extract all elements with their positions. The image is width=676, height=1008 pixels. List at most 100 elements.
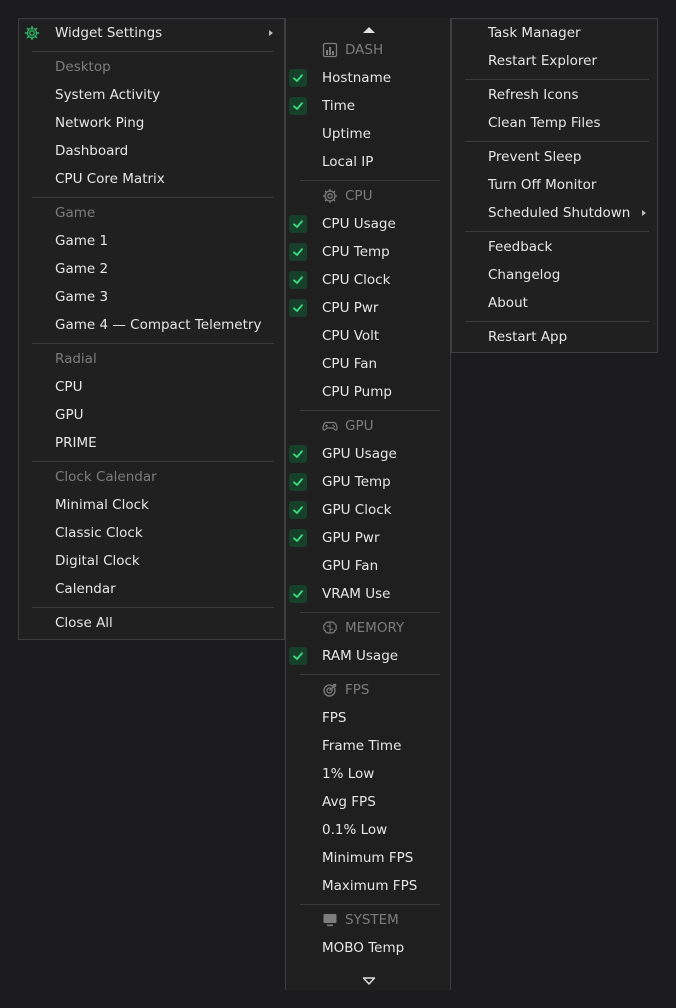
- menu-separator: [32, 343, 274, 344]
- menu-item-prevent-sleep[interactable]: Prevent Sleep: [488, 144, 581, 170]
- category-header-fps: FPS: [345, 682, 370, 698]
- checkmark-icon: [289, 501, 307, 519]
- scroll-up-icon[interactable]: [362, 23, 376, 33]
- menu-item-turn-off-monitor[interactable]: Turn Off Monitor: [488, 172, 596, 198]
- checkmark-icon: [289, 243, 307, 261]
- menu-item-system-activity[interactable]: System Activity: [55, 82, 160, 108]
- brain-icon: [322, 620, 338, 636]
- toggle-item-cpu-pump[interactable]: CPU Pump: [322, 379, 392, 405]
- toggle-item-minimum-fps[interactable]: Minimum FPS: [322, 845, 413, 871]
- gamepad-icon: [322, 418, 338, 434]
- checkmark-icon: [289, 585, 307, 603]
- scroll-down-icon[interactable]: [362, 974, 376, 985]
- menu-item-cpu-core-matrix[interactable]: CPU Core Matrix: [55, 166, 165, 192]
- menu-separator: [300, 410, 440, 411]
- toggle-item-avg-fps[interactable]: Avg FPS: [322, 789, 376, 815]
- metrics-menu: DASH Hostname Time Uptime Local IP CPU CPU Usa…: [285, 18, 451, 990]
- checkmark-icon: [289, 473, 307, 491]
- menu-item-restart-app[interactable]: Restart App: [488, 324, 567, 350]
- toggle-item-frame-time[interactable]: Frame Time: [322, 733, 401, 759]
- menu-item-gpu[interactable]: GPU: [55, 402, 83, 428]
- toggle-item-hostname[interactable]: Hostname: [322, 65, 391, 91]
- toggle-item-fps[interactable]: FPS: [322, 705, 346, 731]
- menu-item-prime[interactable]: PRIME: [55, 430, 97, 456]
- cpu-chip-icon: [322, 188, 338, 204]
- toggle-item-maximum-fps[interactable]: Maximum FPS: [322, 873, 417, 899]
- toggle-item-cpu-usage[interactable]: CPU Usage: [322, 211, 396, 237]
- checkmark-icon: [289, 69, 307, 87]
- checkmark-icon: [289, 647, 307, 665]
- checkmark-icon: [289, 271, 307, 289]
- toggle-item-mobo-temp[interactable]: MOBO Temp: [322, 935, 404, 961]
- menu-item-feedback[interactable]: Feedback: [488, 234, 552, 260]
- toggle-item-gpu-pwr[interactable]: GPU Pwr: [322, 525, 380, 551]
- monitor-icon: [322, 912, 338, 928]
- checkmark-icon: [289, 529, 307, 547]
- checkmark-icon: [289, 215, 307, 233]
- toggle-item-vram-use[interactable]: VRAM Use: [322, 581, 390, 607]
- menu-separator: [32, 51, 274, 52]
- category-header-gpu: GPU: [345, 418, 374, 434]
- toggle-item-cpu-clock[interactable]: CPU Clock: [322, 267, 390, 293]
- menu-separator: [465, 231, 649, 232]
- toggle-item-uptime[interactable]: Uptime: [322, 121, 371, 147]
- section-header-desktop: Desktop: [55, 59, 111, 75]
- toggle-item-cpu-volt[interactable]: CPU Volt: [322, 323, 379, 349]
- menu-item-about[interactable]: About: [488, 290, 528, 316]
- menu-separator: [465, 141, 649, 142]
- checkmark-icon: [289, 299, 307, 317]
- category-header-cpu: CPU: [345, 188, 373, 204]
- checkmark-icon: [289, 97, 307, 115]
- toggle-item-gpu-temp[interactable]: GPU Temp: [322, 469, 391, 495]
- toggle-item-0-1-low[interactable]: 0.1% Low: [322, 817, 387, 843]
- menu-item-changelog[interactable]: Changelog: [488, 262, 560, 288]
- menu-separator: [300, 180, 440, 181]
- category-header-dash: DASH: [345, 42, 384, 58]
- menu-separator: [32, 461, 274, 462]
- menu-item-game-4-compact-telemetry[interactable]: Game 4 — Compact Telemetry: [55, 312, 261, 338]
- menu-item-dashboard[interactable]: Dashboard: [55, 138, 128, 164]
- menu-item-minimal-clock[interactable]: Minimal Clock: [55, 492, 149, 518]
- category-header-memory: MEMORY: [345, 620, 405, 636]
- menu-separator: [300, 612, 440, 613]
- menu-item-scheduled-shutdown[interactable]: Scheduled Shutdown: [488, 200, 630, 226]
- menu-item-game-1[interactable]: Game 1: [55, 228, 108, 254]
- toggle-item-ram-usage[interactable]: RAM Usage: [322, 643, 398, 669]
- menu-item-game-3[interactable]: Game 3: [55, 284, 108, 310]
- section-header-clock-calendar: Clock Calendar: [55, 469, 157, 485]
- toggle-item-cpu-temp[interactable]: CPU Temp: [322, 239, 390, 265]
- target-icon: [322, 682, 338, 698]
- toggle-item-gpu-clock[interactable]: GPU Clock: [322, 497, 391, 523]
- menu-item-task-manager[interactable]: Task Manager: [488, 20, 581, 46]
- menu-item-network-ping[interactable]: Network Ping: [55, 110, 144, 136]
- chevron-right-icon: [642, 210, 646, 216]
- bar-chart-icon: [322, 42, 338, 58]
- gear-icon: [24, 25, 40, 41]
- menu-item-refresh-icons[interactable]: Refresh Icons: [488, 82, 579, 108]
- menu-item-calendar[interactable]: Calendar: [55, 576, 116, 602]
- widget-settings-item[interactable]: Widget Settings: [55, 20, 162, 46]
- toggle-item-time[interactable]: Time: [322, 93, 355, 119]
- toggle-item-cpu-pwr[interactable]: CPU Pwr: [322, 295, 378, 321]
- category-header-system: SYSTEM: [345, 912, 399, 928]
- menu-separator: [300, 674, 440, 675]
- chevron-right-icon: [269, 30, 273, 36]
- menu-item-digital-clock[interactable]: Digital Clock: [55, 548, 140, 574]
- checkmark-icon: [289, 445, 307, 463]
- menu-separator: [465, 321, 649, 322]
- toggle-item-cpu-fan[interactable]: CPU Fan: [322, 351, 377, 377]
- menu-item-cpu[interactable]: CPU: [55, 374, 82, 400]
- menu-item-game-2[interactable]: Game 2: [55, 256, 108, 282]
- menu-separator: [300, 904, 440, 905]
- close-all-item[interactable]: Close All: [55, 610, 113, 636]
- toggle-item-1-low[interactable]: 1% Low: [322, 761, 374, 787]
- menu-item-clean-temp-files[interactable]: Clean Temp Files: [488, 110, 601, 136]
- toggle-item-local-ip[interactable]: Local IP: [322, 149, 373, 175]
- menu-item-restart-explorer[interactable]: Restart Explorer: [488, 48, 597, 74]
- system-menu: Task Manager Restart Explorer Refresh Icon…: [451, 18, 658, 353]
- toggle-item-gpu-fan[interactable]: GPU Fan: [322, 553, 378, 579]
- menu-item-classic-clock[interactable]: Classic Clock: [55, 520, 143, 546]
- toggle-item-gpu-usage[interactable]: GPU Usage: [322, 441, 397, 467]
- section-header-radial: Radial: [55, 351, 97, 367]
- menu-separator: [32, 607, 274, 608]
